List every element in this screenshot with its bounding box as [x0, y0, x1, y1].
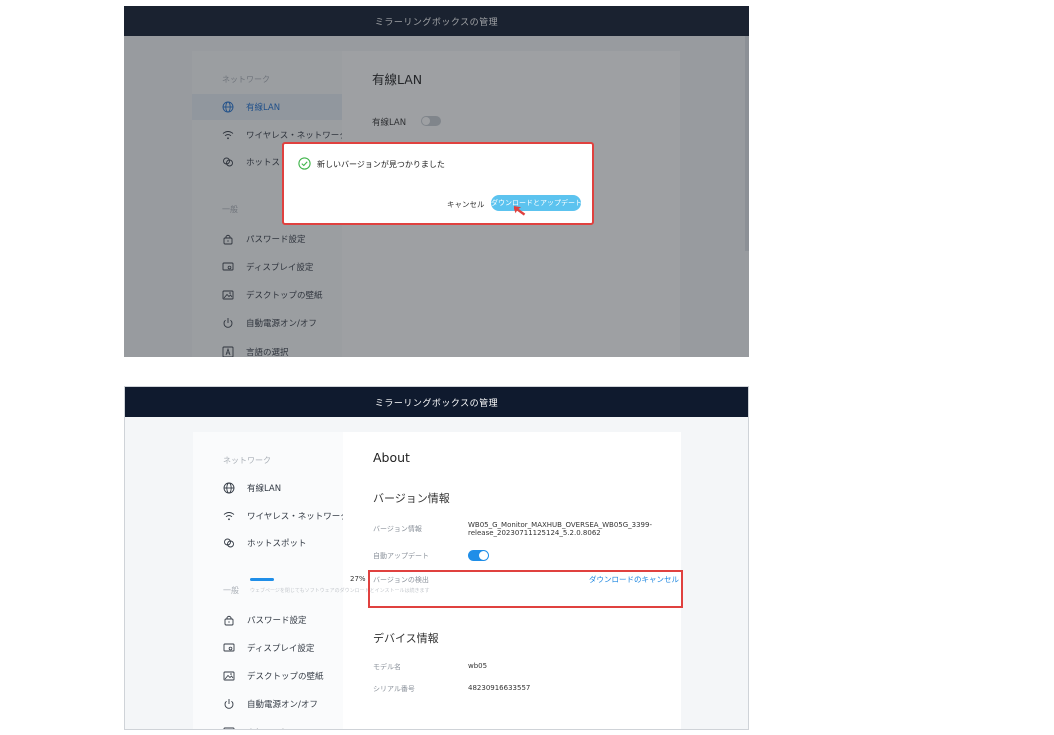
sidebar-item-display[interactable]: ディスプレイ設定	[193, 635, 343, 661]
download-update-button[interactable]: ダウンロードとアップデート	[491, 195, 581, 211]
sidebar-item-language[interactable]: 言語の選択	[193, 720, 343, 730]
sidebar-item-label: ディスプレイ設定	[247, 644, 315, 654]
sidebar-item-label: 言語の選択	[247, 727, 290, 729]
sidebar-item-wired-lan[interactable]: 有線LAN	[193, 475, 343, 501]
sidebar-item-hotspot[interactable]: ホットスポット	[193, 530, 343, 556]
sidebar-item-label: デスクトップの壁紙	[247, 672, 324, 682]
download-percent: 27%	[350, 575, 366, 583]
sidebar-item-password[interactable]: パスワード設定	[193, 607, 343, 633]
update-dialog: 新しいバージョンが見つかりました キャンセル ダウンロードとアップデート	[282, 142, 594, 225]
version-value-line-2: release_20230711125124_5.2.0.8062	[468, 529, 601, 537]
dialog-message: 新しいバージョンが見つかりました	[317, 160, 445, 169]
dialog-cancel-button[interactable]: キャンセル	[447, 199, 485, 210]
serial-value: 48230916633557	[468, 684, 531, 692]
section-label-network: ネットワーク	[223, 456, 271, 465]
display-icon	[223, 642, 235, 654]
lock-icon	[223, 614, 235, 626]
sidebar-item-wallpaper[interactable]: デスクトップの壁紙	[193, 663, 343, 689]
model-label: モデル名	[373, 663, 401, 671]
language-icon	[223, 727, 235, 730]
sidebar-item-label: 自動電源オン/オフ	[247, 700, 318, 710]
download-progress-fill	[250, 578, 275, 581]
sidebar-item-label: 有線LAN	[247, 484, 282, 494]
sidebar-item-label: ホットスポット	[247, 539, 307, 549]
auto-update-toggle[interactable]	[468, 550, 489, 561]
app-titlebar: ミラーリングボックスの管理	[125, 387, 748, 417]
model-value: wb05	[468, 662, 488, 670]
section-label-general: 一般	[223, 586, 239, 595]
sidebar-item-label: ワイヤレス・ネットワーク	[247, 512, 349, 522]
version-value-line-1: WB05_G_Monitor_MAXHUB_OVERSEA_WB05G_3399…	[468, 521, 652, 529]
version-section-title: バージョン情報	[373, 492, 450, 505]
highlight-box	[368, 570, 683, 608]
sidebar-item-power[interactable]: 自動電源オン/オフ	[193, 691, 343, 717]
check-circle-icon	[298, 157, 311, 170]
globe-icon	[223, 482, 235, 494]
version-value: WB05_G_Monitor_MAXHUB_OVERSEA_WB05G_3399…	[468, 521, 652, 537]
hotspot-icon	[223, 537, 235, 549]
auto-update-label: 自動アップデート	[373, 552, 429, 560]
sidebar-item-wireless[interactable]: ワイヤレス・ネットワーク	[193, 503, 349, 529]
wifi-icon	[223, 510, 235, 522]
download-progress-bar	[250, 578, 340, 581]
page-title: About	[373, 450, 410, 465]
version-label: バージョン情報	[373, 525, 422, 533]
sidebar-item-label: パスワード設定	[247, 616, 307, 626]
device-section-title: デバイス情報	[373, 632, 439, 645]
screenshot-about-page: ミラーリングボックスの管理 ネットワーク 有線LAN ワイヤレス・ネットワーク …	[124, 386, 749, 730]
scrollbar[interactable]	[745, 36, 749, 251]
screenshot-wired-lan-dialog: ミラーリングボックスの管理 ネットワーク 有線LAN ワイヤレス・ネットワーク …	[124, 6, 749, 357]
power-icon	[223, 698, 235, 710]
serial-label: シリアル番号	[373, 685, 415, 693]
wallpaper-icon	[223, 670, 235, 682]
pointer-arrow-icon	[514, 205, 526, 216]
